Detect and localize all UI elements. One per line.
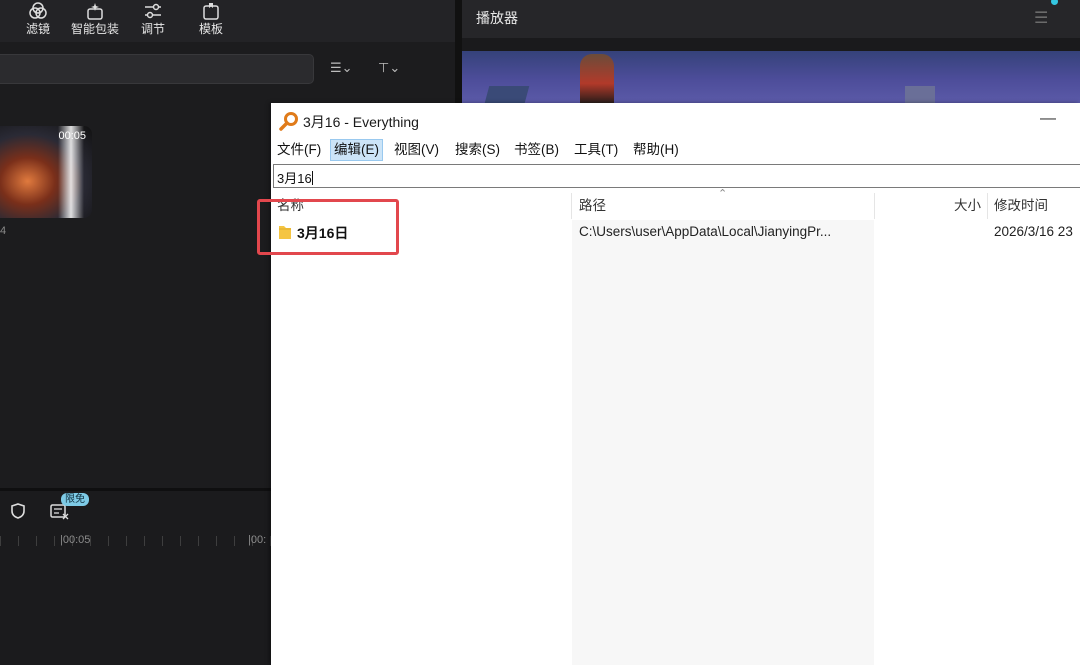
- free-badge: 限免: [61, 493, 89, 506]
- annotation-highlight-box: [257, 199, 399, 255]
- player-preview[interactable]: [462, 51, 1080, 103]
- filter-effect-icon: [29, 2, 47, 19]
- toolbar-template-button[interactable]: 模板: [183, 0, 239, 42]
- minimize-button[interactable]: —: [1036, 110, 1060, 128]
- media-thumbnail[interactable]: 00:05: [0, 126, 92, 218]
- toolbar-adjust-label: 调节: [140, 22, 165, 36]
- player-header: [462, 0, 1080, 38]
- result-modified: 2026/3/16 23: [994, 224, 1073, 239]
- column-divider[interactable]: [987, 193, 988, 219]
- preview-character: [580, 54, 614, 103]
- panel-divider-vertical: [455, 0, 462, 103]
- toolbar-smart-pack-button[interactable]: 智能包装: [67, 0, 123, 42]
- adjust-sliders-icon: [145, 3, 161, 19]
- media-duration: 00:05: [58, 130, 86, 142]
- toolbar-adjust-button[interactable]: 调节: [125, 0, 181, 42]
- sorted-column-shading: [572, 220, 874, 665]
- column-header-modified[interactable]: 修改时间: [994, 193, 1048, 219]
- toolbar-smart-pack-label: 智能包装: [70, 22, 119, 36]
- menu-edit[interactable]: 编辑(E): [330, 139, 383, 161]
- column-divider[interactable]: [874, 193, 875, 219]
- magnifier-app-icon: [279, 112, 298, 131]
- search-input-value: 3月16: [277, 171, 312, 186]
- search-input[interactable]: 3月16: [273, 164, 1080, 188]
- timeline-tick-label: |00:05: [60, 534, 91, 546]
- player-title: 播放器: [476, 10, 518, 26]
- column-header-path[interactable]: 路径: [579, 193, 606, 219]
- editor-toolbar: 滤镜 智能包装 调节 模板: [0, 0, 455, 42]
- column-divider[interactable]: [571, 193, 572, 219]
- timeline-tick-label: |00:: [248, 534, 267, 546]
- preview-scenery: [905, 86, 935, 103]
- column-header-size[interactable]: 大小: [954, 193, 981, 219]
- menu-file[interactable]: 文件(F): [274, 139, 324, 161]
- menu-view[interactable]: 视图(V): [391, 139, 442, 161]
- smart-pack-icon: [87, 3, 103, 20]
- menu-bar: 文件(F) 编辑(E) 视图(V) 搜索(S) 书签(B) 工具(T) 帮助(H…: [271, 139, 1080, 163]
- menu-search[interactable]: 搜索(S): [452, 139, 503, 161]
- menu-tools[interactable]: 工具(T): [571, 139, 621, 161]
- sort-icon[interactable]: ☰⌄: [330, 60, 353, 76]
- shield-icon[interactable]: [10, 502, 26, 520]
- text-caret: [311, 171, 313, 185]
- toolbar-filter-label: 滤镜: [25, 22, 50, 36]
- toolbar-filter-button[interactable]: 滤镜: [10, 0, 66, 42]
- menu-icon[interactable]: ☰: [1034, 8, 1048, 28]
- result-path: C:\Users\user\AppData\Local\JianyingPr..…: [579, 224, 832, 239]
- toolbar-template-label: 模板: [198, 22, 223, 36]
- filter-icon[interactable]: ⊤⌄: [378, 60, 400, 76]
- window-title: 3月16 - Everything: [303, 114, 419, 130]
- preview-scenery: [484, 86, 530, 103]
- media-caption: 4: [0, 225, 7, 237]
- menu-bookmarks[interactable]: 书签(B): [511, 139, 562, 161]
- menu-help[interactable]: 帮助(H): [630, 139, 682, 161]
- media-search-input[interactable]: [0, 54, 314, 84]
- template-icon: [203, 3, 219, 20]
